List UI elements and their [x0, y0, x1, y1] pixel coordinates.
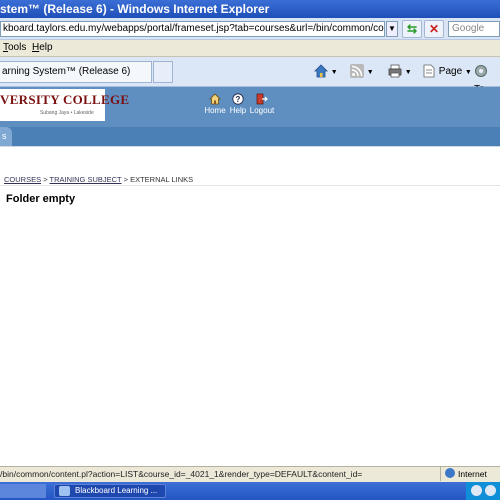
logo-subtext: Subang Jaya • Lakeside — [40, 110, 94, 116]
feeds-button[interactable]: ▼ — [350, 63, 374, 81]
header-logout-link[interactable]: Logout — [248, 93, 276, 115]
tray-icon[interactable] — [471, 485, 482, 496]
divider — [0, 185, 500, 186]
taskbar-window-button[interactable]: Blackboard Learning ... — [54, 484, 166, 498]
refresh-icon: ⇆ — [406, 22, 418, 36]
window-title: stem™ (Release 6) - Windows Internet Exp… — [0, 2, 270, 16]
address-dropdown-icon[interactable]: ▼ — [386, 21, 398, 37]
breadcrumb: COURSES > TRAINING SUBJECT > EXTERNAL LI… — [4, 175, 193, 184]
zone-label: Internet — [458, 469, 487, 479]
address-bar-row: kboard.taylors.edu.my/webapps/portal/fra… — [0, 18, 500, 40]
stop-icon: ✕ — [428, 22, 440, 36]
tools-menu-button[interactable]: To — [474, 63, 500, 95]
tab-bar: arning System™ (Release 6) ▼ ▼ ▼ Page ▼ — [0, 57, 500, 95]
empty-folder-message: Folder empty — [6, 193, 76, 205]
page-label: Page — [438, 66, 463, 77]
browser-tab[interactable]: arning System™ (Release 6) — [0, 61, 152, 83]
chevron-down-icon: ▼ — [366, 69, 374, 76]
taskbar-window-label: Blackboard Learning ... — [75, 486, 158, 495]
search-input[interactable]: Google — [448, 21, 500, 37]
menu-bar: Tools Help — [0, 40, 500, 57]
divider — [0, 146, 500, 147]
breadcrumb-training-subject[interactable]: TRAINING SUBJECT — [50, 175, 122, 184]
tray-icon[interactable] — [485, 485, 496, 496]
header-help-label: Help — [229, 106, 247, 115]
svg-text:?: ? — [236, 95, 241, 104]
breadcrumb-current: EXTERNAL LINKS — [130, 175, 194, 184]
globe-icon — [445, 468, 455, 478]
chevron-down-icon: ▼ — [330, 69, 338, 76]
site-header: VERSITY COLLEGE Subang Jaya • Lakeside H… — [0, 87, 500, 127]
printer-icon — [388, 64, 402, 78]
logo-text: VERSITY COLLEGE — [0, 92, 130, 107]
college-logo[interactable]: VERSITY COLLEGE Subang Jaya • Lakeside — [0, 89, 129, 121]
rss-icon — [350, 64, 364, 79]
header-logout-label: Logout — [249, 106, 275, 115]
system-tray — [466, 482, 500, 500]
logout-icon — [256, 93, 268, 105]
ie-icon — [59, 486, 70, 496]
menu-help[interactable]: Help — [32, 40, 53, 56]
header-home-label: Home — [204, 106, 226, 115]
breadcrumb-separator: > — [123, 175, 128, 184]
home-icon — [209, 93, 221, 105]
help-icon: ? — [232, 93, 244, 105]
quick-launch[interactable] — [0, 484, 46, 498]
status-url: /bin/common/content.pl?action=LIST&cours… — [0, 469, 363, 479]
gear-icon — [475, 65, 487, 78]
chevron-down-icon: ▼ — [404, 69, 412, 76]
status-bar: /bin/common/content.pl?action=LIST&cours… — [0, 466, 500, 482]
page-menu-button[interactable]: Page ▼ — [422, 63, 472, 81]
address-input[interactable]: kboard.taylors.edu.my/webapps/portal/fra… — [0, 21, 385, 37]
tab-title: arning System™ (Release 6) — [2, 66, 131, 77]
new-tab-button[interactable] — [153, 61, 173, 83]
security-zone[interactable]: Internet — [440, 467, 500, 481]
breadcrumb-separator: > — [43, 175, 48, 184]
stop-button[interactable]: ✕ — [424, 20, 444, 38]
menu-tools[interactable]: Tools — [3, 40, 26, 56]
chevron-down-icon: ▼ — [464, 69, 472, 76]
page-icon — [423, 64, 435, 78]
home-icon — [314, 64, 328, 78]
refresh-button[interactable]: ⇆ — [402, 20, 422, 38]
tab-courses[interactable]: s — [0, 127, 12, 146]
taskbar: Blackboard Learning ... — [0, 482, 500, 500]
window-title-bar[interactable]: stem™ (Release 6) - Windows Internet Exp… — [0, 0, 500, 18]
breadcrumb-courses[interactable]: COURSES — [4, 175, 41, 184]
home-command-button[interactable]: ▼ — [314, 63, 338, 81]
print-button[interactable]: ▼ — [388, 63, 412, 81]
course-tab-strip: s — [0, 127, 500, 146]
